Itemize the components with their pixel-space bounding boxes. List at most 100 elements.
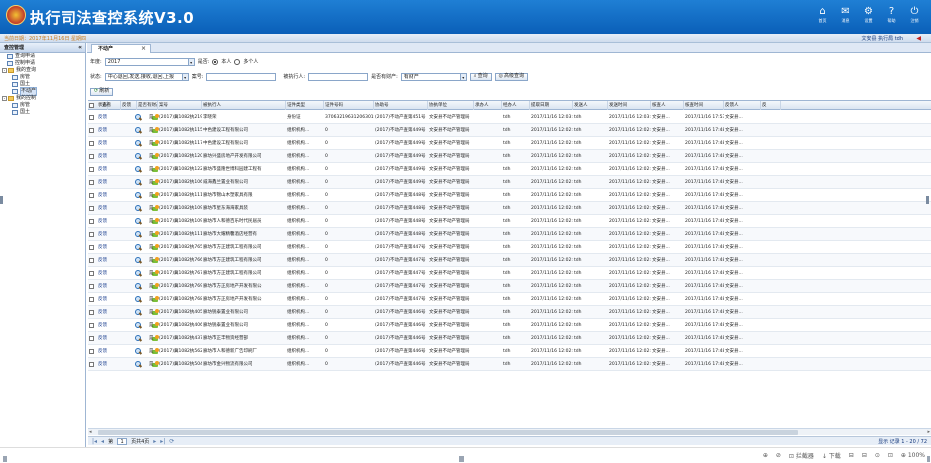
browser-status-item[interactable]: ⊟ (849, 452, 854, 459)
row-checkbox[interactable] (89, 258, 94, 263)
row-checkbox[interactable] (89, 362, 94, 367)
column-header[interactable]: 承办人 (474, 101, 502, 110)
view-icon[interactable] (135, 348, 142, 355)
row-status[interactable]: 反馈 (97, 215, 117, 228)
last-page-icon[interactable]: ▸| (160, 438, 165, 445)
row-status[interactable]: 反馈 (97, 228, 117, 241)
row-status[interactable]: 反馈 (97, 163, 117, 176)
column-header[interactable]: 证件号码 (324, 101, 374, 110)
browser-status-item[interactable]: ⊟ (862, 452, 867, 459)
sidebar-item[interactable]: 控制申请 (0, 60, 85, 67)
gear-button[interactable]: ⚙ 设置 (860, 6, 877, 24)
view-icon[interactable] (135, 140, 142, 147)
view-icon[interactable] (135, 309, 142, 316)
power-button[interactable]: ⏻ 注销 (906, 6, 923, 24)
row-checkbox[interactable] (89, 297, 94, 302)
row-status[interactable]: 反馈 (97, 176, 117, 189)
select-all-checkbox[interactable] (89, 103, 94, 108)
row-status[interactable]: 反馈 (97, 254, 117, 267)
table-row[interactable]: 反馈是(2017)冀1082执562号廊坊市人和德新广告印刷厂组织机构...0(… (88, 345, 931, 358)
search-button[interactable]: ⌕ 查询 (469, 72, 492, 81)
column-header[interactable]: 协助号 (374, 101, 428, 110)
browser-status-item[interactable]: ⊕ 100% (901, 452, 925, 459)
row-status[interactable]: 反馈 (97, 150, 117, 163)
sidebar-item[interactable]: 国土 (0, 81, 85, 88)
browser-status-item[interactable]: ⊕ (763, 452, 768, 459)
close-icon[interactable]: × (141, 45, 146, 53)
view-icon[interactable] (135, 322, 142, 329)
collapse-icon[interactable]: « (78, 43, 82, 53)
column-header[interactable]: 发送人 (573, 101, 608, 110)
column-header[interactable]: 核查人 (651, 101, 684, 110)
year-select[interactable]: 2017 ▾ (104, 57, 195, 66)
row-checkbox[interactable] (89, 219, 94, 224)
sidebar-item[interactable]: 国土 (0, 109, 85, 116)
expander-icon[interactable]: - (2, 96, 7, 101)
column-header[interactable]: 提取日期 (530, 101, 573, 110)
table-row[interactable]: 反馈是(2017)冀1082执1063号威海鑫兰置业有限公司组织机构...0(2… (88, 176, 931, 189)
table-row[interactable]: 反馈是(2017)冀1082执504号廊坊市金兴物流有限公司组织机构...0(2… (88, 358, 931, 371)
table-row[interactable]: 反馈是(2017)冀1082执766号廊坊市方正建筑工程有限公司组织机构...0… (88, 254, 931, 267)
radio-multi[interactable] (234, 58, 241, 65)
browser-status-item[interactable]: ↓ 下载 (822, 451, 841, 460)
sidebar-item[interactable]: - 我的控制 (0, 95, 85, 102)
table-row[interactable]: 反馈是(2017)冀1082执768号廊坊市方正房地产开发有限公组织机构...0… (88, 293, 931, 306)
view-icon[interactable] (135, 257, 142, 264)
view-icon[interactable] (135, 296, 142, 303)
table-row[interactable]: 反馈是(2017)冀1082执1157号中色建设工程有限公司组织机构...0(2… (88, 124, 931, 137)
row-status[interactable]: 反馈 (97, 358, 117, 371)
row-status[interactable]: 反馈 (97, 111, 117, 124)
table-row[interactable]: 反馈是(2017)冀1082执765号廊坊市方正建筑工程有限公司组织机构...0… (88, 241, 931, 254)
expander-icon[interactable]: - (2, 68, 7, 73)
browser-status-item[interactable]: ⊡ (888, 452, 893, 459)
executed-input[interactable] (308, 72, 369, 81)
row-status[interactable]: 反馈 (97, 137, 117, 150)
row-status[interactable]: 反馈 (97, 280, 117, 293)
row-checkbox[interactable] (89, 336, 94, 341)
table-row[interactable]: 反馈是(2017)冀1082执1111号廊坊市大耀精馨酒店经营有组织机构...0… (88, 228, 931, 241)
sidebar-item[interactable]: 房管 (0, 102, 85, 109)
table-row[interactable]: 反馈是(2017)冀1082执1204号廊坊兴盛房地产开发有限公司组织机构...… (88, 150, 931, 163)
row-checkbox[interactable] (89, 232, 94, 237)
column-header[interactable]: 发送时间 (608, 101, 651, 110)
column-header[interactable]: 反馈人 (724, 101, 761, 110)
advanced-search-button[interactable]: ◎ 高级查询 (494, 72, 528, 81)
column-header[interactable]: 核查时间 (684, 101, 724, 110)
scroll-left-icon[interactable]: ◂ (89, 429, 92, 435)
has-property-select[interactable]: 有财产 ▾ (400, 72, 467, 81)
table-row[interactable]: 反馈是(2017)冀1082执769号廊坊市方正房地产开发有限公组织机构...0… (88, 280, 931, 293)
view-icon[interactable] (135, 205, 142, 212)
row-checkbox[interactable] (89, 245, 94, 250)
row-checkbox[interactable] (89, 284, 94, 289)
row-checkbox[interactable] (89, 349, 94, 354)
view-icon[interactable] (135, 218, 142, 225)
browser-status-item[interactable]: ⊘ (776, 452, 781, 459)
sidebar-item[interactable]: - 我的查询 (0, 67, 85, 74)
row-checkbox[interactable] (89, 154, 94, 159)
table-row[interactable]: 反馈是(2017)冀1082执1221号廊坊市盛隆世博科园建工程有组织机构...… (88, 163, 931, 176)
row-checkbox[interactable] (89, 310, 94, 315)
table-row[interactable]: 反馈是(2017)冀1082执767号廊坊市方正建筑工程有限公司组织机构...0… (88, 267, 931, 280)
view-icon[interactable] (135, 244, 142, 251)
scroll-right-icon[interactable]: ▸ (927, 429, 930, 435)
view-icon[interactable] (135, 335, 142, 342)
status-select[interactable]: 中心退回,发送,接收,退回,上报 ▾ (104, 72, 189, 81)
row-status[interactable]: 反馈 (97, 319, 117, 332)
column-header[interactable]: 反馈 (121, 101, 137, 110)
mail-button[interactable]: ✉ 消息 (837, 6, 854, 24)
row-checkbox[interactable] (89, 206, 94, 211)
row-checkbox[interactable] (89, 323, 94, 328)
table-row[interactable]: 反馈是(2017)冀1082执1177号中色建设工程有限公司组织机构...0(2… (88, 137, 931, 150)
column-header[interactable]: 是否有财产 (137, 101, 158, 110)
row-status[interactable]: 反馈 (97, 293, 117, 306)
horizontal-scrollbar[interactable]: ◂ ▸ (88, 428, 931, 435)
browser-status-item[interactable]: ⊙ (875, 452, 880, 459)
sidebar-item[interactable]: 查询申请 (0, 53, 85, 60)
column-header[interactable]: 反 (761, 101, 781, 110)
table-row[interactable]: 反馈是(2017)冀1082执405号廊坊锐泰置业有限公司组织机构...0(20… (88, 306, 931, 319)
page-number-input[interactable]: 1 (117, 437, 128, 445)
row-status[interactable]: 反馈 (97, 306, 117, 319)
reload-icon[interactable]: ⟳ (169, 438, 174, 445)
row-status[interactable]: 反馈 (97, 241, 117, 254)
column-header[interactable]: 查看 (101, 101, 121, 110)
